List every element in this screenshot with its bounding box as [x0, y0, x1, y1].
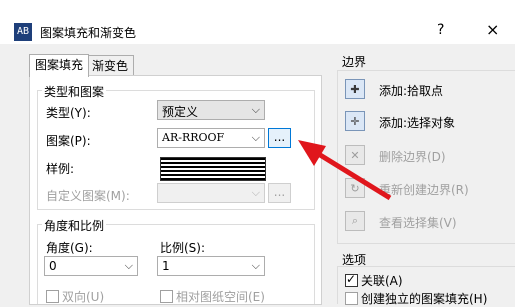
arrow-shaft [310, 147, 392, 201]
arrow-head [298, 140, 326, 166]
annotation-arrow [298, 140, 392, 201]
tab-hatch[interactable]: 图案填充 [29, 54, 90, 77]
